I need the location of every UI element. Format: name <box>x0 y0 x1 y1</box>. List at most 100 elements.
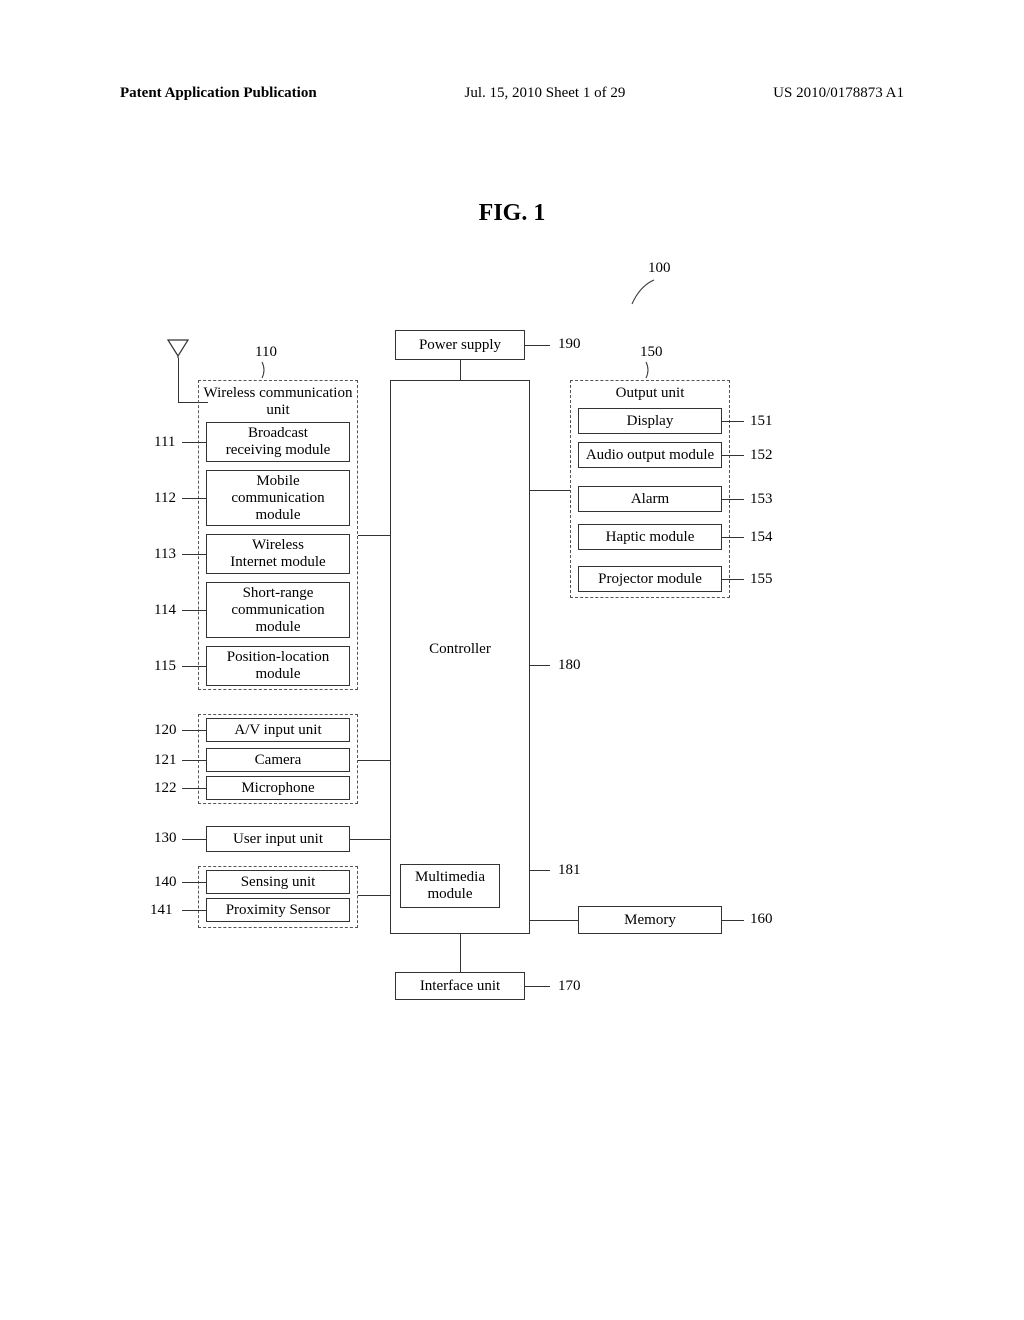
connector <box>182 910 206 911</box>
connector <box>722 499 744 500</box>
block-multimedia: Multimedia module <box>400 864 500 908</box>
connector <box>358 895 390 896</box>
page-header: Patent Application Publication Jul. 15, … <box>0 85 1024 102</box>
connector <box>178 358 179 402</box>
ref-output-unit: 150 <box>640 344 663 361</box>
connector <box>530 665 550 666</box>
label-multimedia: Multimedia module <box>415 869 485 903</box>
block-display: Display <box>578 408 722 434</box>
connector <box>182 839 206 840</box>
ref-power: 190 <box>558 336 581 353</box>
block-projector: Projector module <box>578 566 722 592</box>
ref-proximity: 141 <box>150 902 173 919</box>
ref-microphone: 122 <box>154 780 177 797</box>
connector <box>182 610 206 611</box>
ref-user-input: 130 <box>154 830 177 847</box>
label-projector: Projector module <box>598 571 702 588</box>
connector <box>358 760 390 761</box>
ref-mobile-comm: 112 <box>154 490 176 507</box>
connector <box>530 490 570 491</box>
block-user-input: User input unit <box>206 826 350 852</box>
connector <box>525 345 550 346</box>
connector <box>722 537 744 538</box>
lead-line <box>630 278 660 311</box>
label-interface: Interface unit <box>420 978 500 995</box>
label-user-input: User input unit <box>233 831 323 848</box>
connector <box>358 535 390 536</box>
label-power-supply: Power supply <box>419 337 501 354</box>
header-right: US 2010/0178873 A1 <box>773 85 904 102</box>
connector <box>182 554 206 555</box>
ref-position: 115 <box>154 658 176 675</box>
block-broadcast: Broadcast receiving module <box>206 422 350 462</box>
block-audio: Audio output module <box>578 442 722 468</box>
connector <box>525 986 550 987</box>
group-title-output: Output unit <box>616 385 685 402</box>
label-audio: Audio output module <box>586 447 714 464</box>
block-mobile-comm: Mobile communication module <box>206 470 350 526</box>
block-alarm: Alarm <box>578 486 722 512</box>
lead-line <box>644 360 656 385</box>
ref-projector: 155 <box>750 571 773 588</box>
connector <box>530 920 578 921</box>
label-sensing: Sensing unit <box>241 874 316 891</box>
connector <box>460 360 461 380</box>
block-wireless-internet: Wireless Internet module <box>206 534 350 574</box>
ref-wireless-internet: 113 <box>154 546 176 563</box>
label-controller: Controller <box>429 641 491 658</box>
label-camera: Camera <box>255 752 302 769</box>
antenna-icon <box>166 338 190 358</box>
label-alarm: Alarm <box>631 491 669 508</box>
label-broadcast: Broadcast receiving module <box>226 425 331 459</box>
block-camera: Camera <box>206 748 350 772</box>
ref-sensing: 140 <box>154 874 177 891</box>
ref-wireless-unit: 110 <box>255 344 277 361</box>
header-left: Patent Application Publication <box>120 85 317 102</box>
block-controller: Controller <box>390 380 530 934</box>
ref-camera: 121 <box>154 752 177 769</box>
label-haptic: Haptic module <box>606 529 695 546</box>
block-proximity: Proximity Sensor <box>206 898 350 922</box>
connector <box>722 421 744 422</box>
connector <box>350 839 390 840</box>
label-microphone: Microphone <box>241 780 314 797</box>
block-sensing: Sensing unit <box>206 870 350 894</box>
ref-haptic: 154 <box>750 529 773 546</box>
block-diagram: 100 Power supply 190 110 Wireless commun… <box>140 270 900 1070</box>
connector <box>182 882 206 883</box>
block-position-location: Position-location module <box>206 646 350 686</box>
ref-broadcast: 111 <box>154 434 175 451</box>
block-interface: Interface unit <box>395 972 525 1000</box>
connector <box>530 870 550 871</box>
connector <box>182 442 206 443</box>
connector <box>722 920 744 921</box>
ref-display: 151 <box>750 413 773 430</box>
label-position: Position-location module <box>227 649 330 683</box>
connector <box>182 760 206 761</box>
block-memory: Memory <box>578 906 722 934</box>
block-power-supply: Power supply <box>395 330 525 360</box>
connector <box>182 788 206 789</box>
ref-alarm: 153 <box>750 491 773 508</box>
label-proximity: Proximity Sensor <box>226 902 331 919</box>
ref-audio: 152 <box>750 447 773 464</box>
connector <box>182 730 206 731</box>
block-short-range: Short-range communication module <box>206 582 350 638</box>
connector <box>182 666 206 667</box>
connector <box>182 498 206 499</box>
connector <box>460 934 461 972</box>
connector <box>722 579 744 580</box>
connector <box>722 455 744 456</box>
label-display: Display <box>627 413 674 430</box>
label-av-input: A/V input unit <box>234 722 321 739</box>
label-mobile-comm: Mobile communication module <box>231 473 324 524</box>
block-haptic: Haptic module <box>578 524 722 550</box>
group-title-wireless: Wireless communication unit <box>203 385 353 419</box>
ref-device: 100 <box>648 260 671 277</box>
block-microphone: Microphone <box>206 776 350 800</box>
label-short-range: Short-range communication module <box>231 585 324 636</box>
ref-interface: 170 <box>558 978 581 995</box>
header-center: Jul. 15, 2010 Sheet 1 of 29 <box>465 85 626 102</box>
label-wireless-internet: Wireless Internet module <box>230 537 325 571</box>
ref-controller: 180 <box>558 657 581 674</box>
